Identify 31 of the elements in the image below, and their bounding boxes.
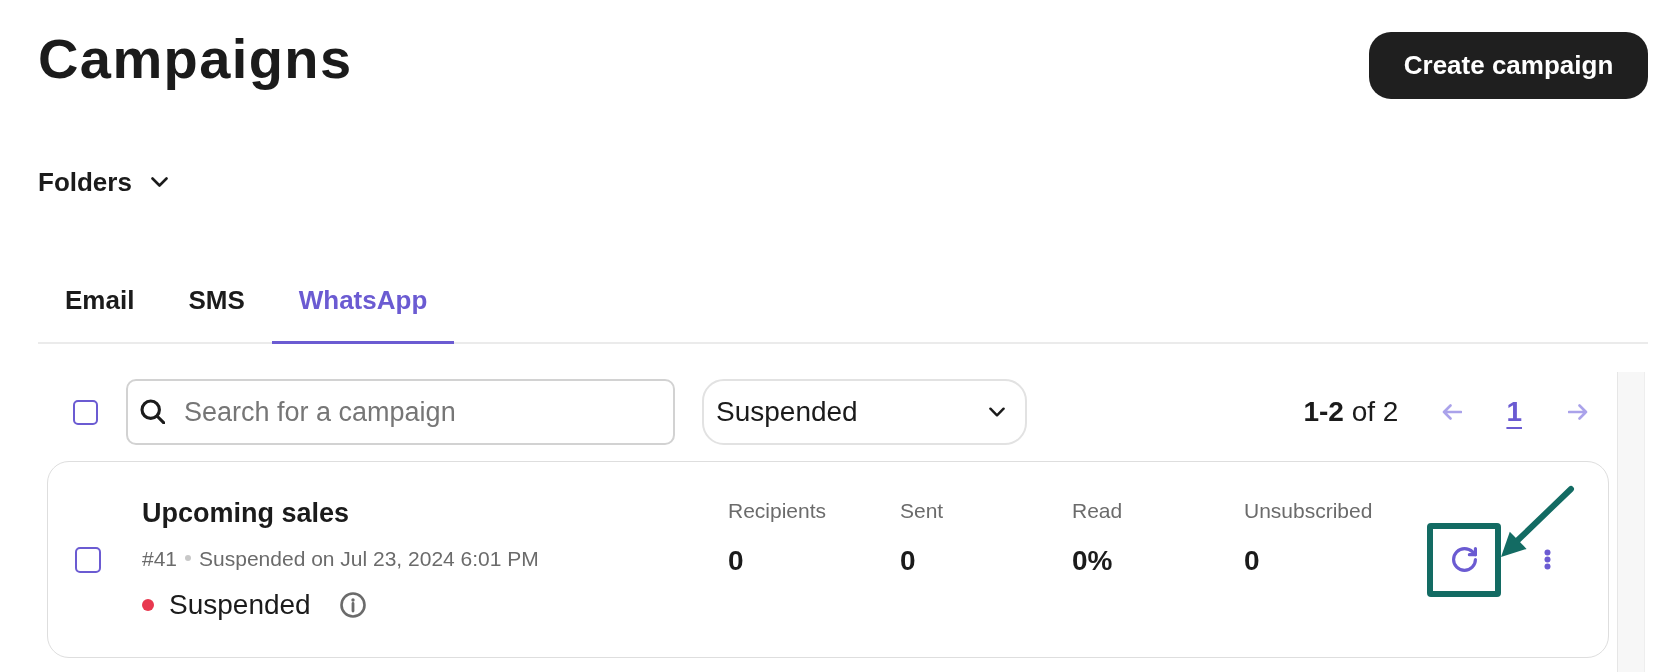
arrow-right-icon: [1568, 404, 1588, 420]
stat-label: Recipients: [728, 498, 827, 524]
search-icon: [140, 399, 165, 424]
stat-label: Sent: [900, 498, 944, 524]
select-all-checkbox[interactable]: [73, 399, 98, 425]
info-icon[interactable]: [339, 591, 366, 618]
stat-value: 0: [1244, 544, 1260, 578]
stat-value: 0%: [1072, 544, 1113, 578]
folders-toggle[interactable]: Folders: [38, 169, 168, 195]
suspended-date: Suspended on Jul 23, 2024 6:01 PM: [199, 545, 539, 571]
stat-value: 0: [900, 544, 916, 578]
create-campaign-button[interactable]: Create campaign: [1369, 32, 1648, 99]
stat-label: Read: [1072, 498, 1123, 524]
tab[interactable]: WhatsApp: [271, 287, 455, 344]
status-filter-dropdown[interactable]: Suspended: [702, 379, 1027, 445]
row-checkbox[interactable]: [75, 546, 101, 573]
campaign-name[interactable]: Upcoming sales: [142, 497, 350, 530]
status-label: Suspended: [169, 588, 311, 622]
chevron-down-icon: [989, 407, 1005, 417]
separator-dot-icon: [185, 555, 192, 562]
refresh-icon: [1451, 547, 1477, 572]
stat-value: 0: [728, 544, 744, 578]
page-link[interactable]: 1: [1500, 396, 1528, 428]
search-field[interactable]: Search for a campaign: [126, 379, 675, 445]
pagination-summary: 1-2 of 2: [1303, 396, 1399, 428]
arrow-left-icon: [1442, 404, 1463, 420]
stat-label: Unsubscribed: [1244, 498, 1373, 524]
campaign-number: #41: [142, 545, 178, 571]
vertical-dots-icon: [1543, 549, 1551, 570]
tab[interactable]: Email: [38, 287, 162, 344]
tab[interactable]: SMS: [161, 287, 272, 344]
